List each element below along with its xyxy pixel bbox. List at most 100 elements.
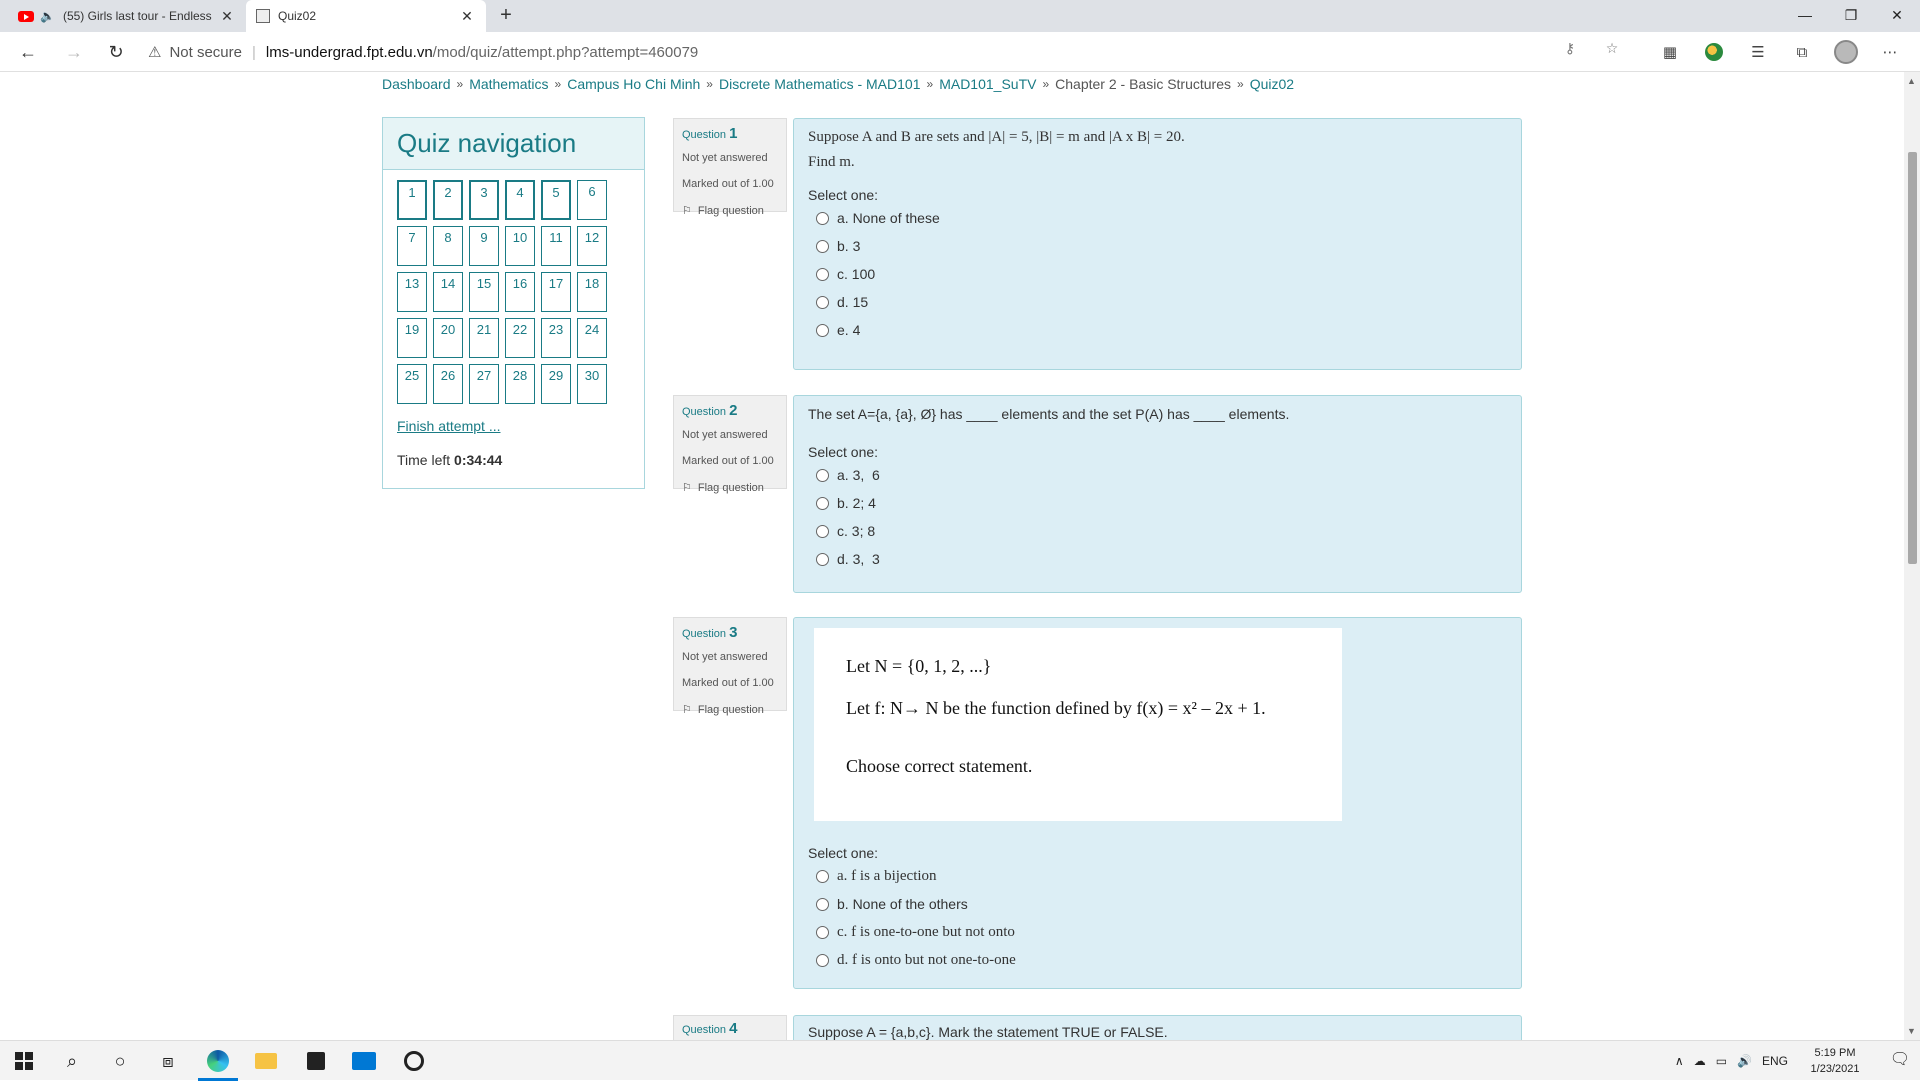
- answer-option[interactable]: d. 15: [808, 293, 1507, 311]
- radio-button[interactable]: [816, 295, 829, 309]
- radio-button[interactable]: [816, 468, 829, 482]
- answer-option[interactable]: a. f is a bijection: [808, 867, 1507, 885]
- quiz-nav-button[interactable]: 16: [505, 272, 535, 312]
- add-favorite-icon[interactable]: ☆: [1602, 40, 1622, 57]
- tab-youtube[interactable]: 🔈 (55) Girls last tour - Endless ✕: [8, 0, 246, 32]
- edge-icon[interactable]: [194, 1041, 242, 1081]
- quiz-nav-button[interactable]: 27: [469, 364, 499, 404]
- radio-button[interactable]: [816, 496, 829, 510]
- radio-button[interactable]: [816, 524, 829, 538]
- flag-question-button[interactable]: ⚐ Flag question: [682, 481, 778, 495]
- answer-option[interactable]: a. None of these: [808, 209, 1507, 227]
- quiz-nav-button[interactable]: 20: [433, 318, 463, 358]
- cortana-icon[interactable]: ○: [96, 1041, 144, 1081]
- quiz-nav-button[interactable]: 8: [433, 226, 463, 266]
- quiz-nav-button[interactable]: 25: [397, 364, 427, 404]
- quiz-nav-button[interactable]: 19: [397, 318, 427, 358]
- radio-button[interactable]: [816, 552, 829, 566]
- flag-question-button[interactable]: ⚐ Flag question: [682, 703, 778, 717]
- quiz-nav-button[interactable]: 12: [577, 226, 607, 266]
- quiz-nav-button[interactable]: 4: [505, 180, 535, 220]
- store-icon[interactable]: [292, 1041, 340, 1081]
- network-icon[interactable]: ▭: [1716, 1054, 1727, 1068]
- scroll-up-icon[interactable]: ▲: [1907, 76, 1916, 86]
- notifications-icon[interactable]: 🗨: [1888, 1049, 1912, 1073]
- radio-button[interactable]: [816, 267, 829, 281]
- answer-option[interactable]: d. f is onto but not one-to-one: [808, 951, 1507, 969]
- quiz-nav-button[interactable]: 2: [433, 180, 463, 220]
- quiz-nav-button[interactable]: 11: [541, 226, 571, 266]
- page-scrollbar[interactable]: ▲ ▼: [1904, 72, 1920, 1040]
- finish-attempt-link[interactable]: Finish attempt ...: [397, 418, 500, 434]
- flag-question-button[interactable]: ⚐ Flag question: [682, 204, 778, 218]
- answer-option[interactable]: c. f is one-to-one but not onto: [808, 923, 1507, 941]
- radio-button[interactable]: [816, 211, 829, 225]
- file-explorer-icon[interactable]: [242, 1041, 290, 1081]
- quiz-nav-button[interactable]: 9: [469, 226, 499, 266]
- new-tab-button[interactable]: +: [494, 4, 518, 28]
- tab-quiz[interactable]: Quiz02 ✕: [246, 0, 486, 32]
- quiz-nav-button[interactable]: 7: [397, 226, 427, 266]
- forward-arrow-icon[interactable]: →: [60, 40, 88, 64]
- search-icon[interactable]: ⌕: [48, 1041, 96, 1081]
- quiz-nav-button[interactable]: 10: [505, 226, 535, 266]
- close-tab-icon[interactable]: ✕: [218, 8, 236, 25]
- answer-option[interactable]: c. 3; 8: [808, 522, 1507, 540]
- extension-icon[interactable]: [1702, 40, 1726, 64]
- radio-button[interactable]: [816, 239, 829, 253]
- quiz-nav-button[interactable]: 30: [577, 364, 607, 404]
- quiz-nav-button[interactable]: 1: [397, 180, 427, 220]
- answer-option[interactable]: c. 100: [808, 265, 1507, 283]
- key-icon[interactable]: ⚷: [1560, 40, 1580, 57]
- task-view-icon[interactable]: ⧈: [144, 1041, 192, 1081]
- onedrive-icon[interactable]: ☁: [1694, 1054, 1706, 1068]
- quiz-nav-button[interactable]: 23: [541, 318, 571, 358]
- quiz-nav-button[interactable]: 21: [469, 318, 499, 358]
- speaker-icon[interactable]: 🔈: [40, 9, 55, 23]
- collections-icon[interactable]: ⧉: [1790, 40, 1814, 64]
- breadcrumb-class[interactable]: MAD101_SuTV: [939, 76, 1036, 92]
- radio-button[interactable]: [816, 925, 829, 939]
- quiz-nav-button[interactable]: 15: [469, 272, 499, 312]
- scroll-down-icon[interactable]: ▼: [1907, 1026, 1916, 1036]
- close-tab-icon[interactable]: ✕: [458, 8, 476, 25]
- quiz-nav-button[interactable]: 14: [433, 272, 463, 312]
- back-arrow-icon[interactable]: ←: [14, 40, 42, 64]
- breadcrumb-dashboard[interactable]: Dashboard: [382, 76, 451, 92]
- close-window-icon[interactable]: ✕: [1874, 0, 1920, 30]
- radio-button[interactable]: [816, 323, 829, 337]
- mail-icon[interactable]: [340, 1041, 388, 1081]
- radio-button[interactable]: [816, 953, 829, 967]
- quiz-nav-button[interactable]: 13: [397, 272, 427, 312]
- quiz-nav-button[interactable]: 3: [469, 180, 499, 220]
- answer-option[interactable]: b. None of the others: [808, 895, 1507, 913]
- clock[interactable]: 5:19 PM 1/23/2021: [1798, 1045, 1872, 1077]
- volume-icon[interactable]: 🔊: [1737, 1054, 1752, 1068]
- start-button[interactable]: [0, 1041, 48, 1081]
- quiz-nav-button[interactable]: 5: [541, 180, 571, 220]
- quiz-nav-button[interactable]: 28: [505, 364, 535, 404]
- answer-option[interactable]: d. 3, 3: [808, 550, 1507, 568]
- refresh-icon[interactable]: ↻: [102, 40, 130, 64]
- restore-icon[interactable]: ❐: [1828, 0, 1874, 30]
- qr-code-icon[interactable]: ▦: [1658, 40, 1682, 64]
- breadcrumb-campus[interactable]: Campus Ho Chi Minh: [567, 76, 700, 92]
- language-indicator[interactable]: ENG: [1762, 1054, 1788, 1068]
- profile-icon[interactable]: [1834, 40, 1858, 64]
- answer-option[interactable]: b. 3: [808, 237, 1507, 255]
- quiz-nav-button[interactable]: 29: [541, 364, 571, 404]
- show-hidden-icons-icon[interactable]: ∧: [1675, 1054, 1684, 1068]
- answer-option[interactable]: a. 3, 6: [808, 466, 1507, 484]
- breadcrumb-mathematics[interactable]: Mathematics: [469, 76, 548, 92]
- url-field[interactable]: ⚠ Not secure | lms-undergrad.fpt.edu.vn …: [148, 38, 1588, 66]
- quiz-nav-button[interactable]: 24: [577, 318, 607, 358]
- quiz-nav-button[interactable]: 22: [505, 318, 535, 358]
- favorites-icon[interactable]: ☰: [1746, 40, 1770, 64]
- quiz-nav-button[interactable]: 18: [577, 272, 607, 312]
- breadcrumb-quiz[interactable]: Quiz02: [1250, 76, 1294, 92]
- xbox-icon[interactable]: [390, 1041, 438, 1081]
- quiz-nav-button[interactable]: 17: [541, 272, 571, 312]
- answer-option[interactable]: e. 4: [808, 321, 1507, 339]
- breadcrumb-course[interactable]: Discrete Mathematics - MAD101: [719, 76, 921, 92]
- radio-button[interactable]: [816, 897, 829, 911]
